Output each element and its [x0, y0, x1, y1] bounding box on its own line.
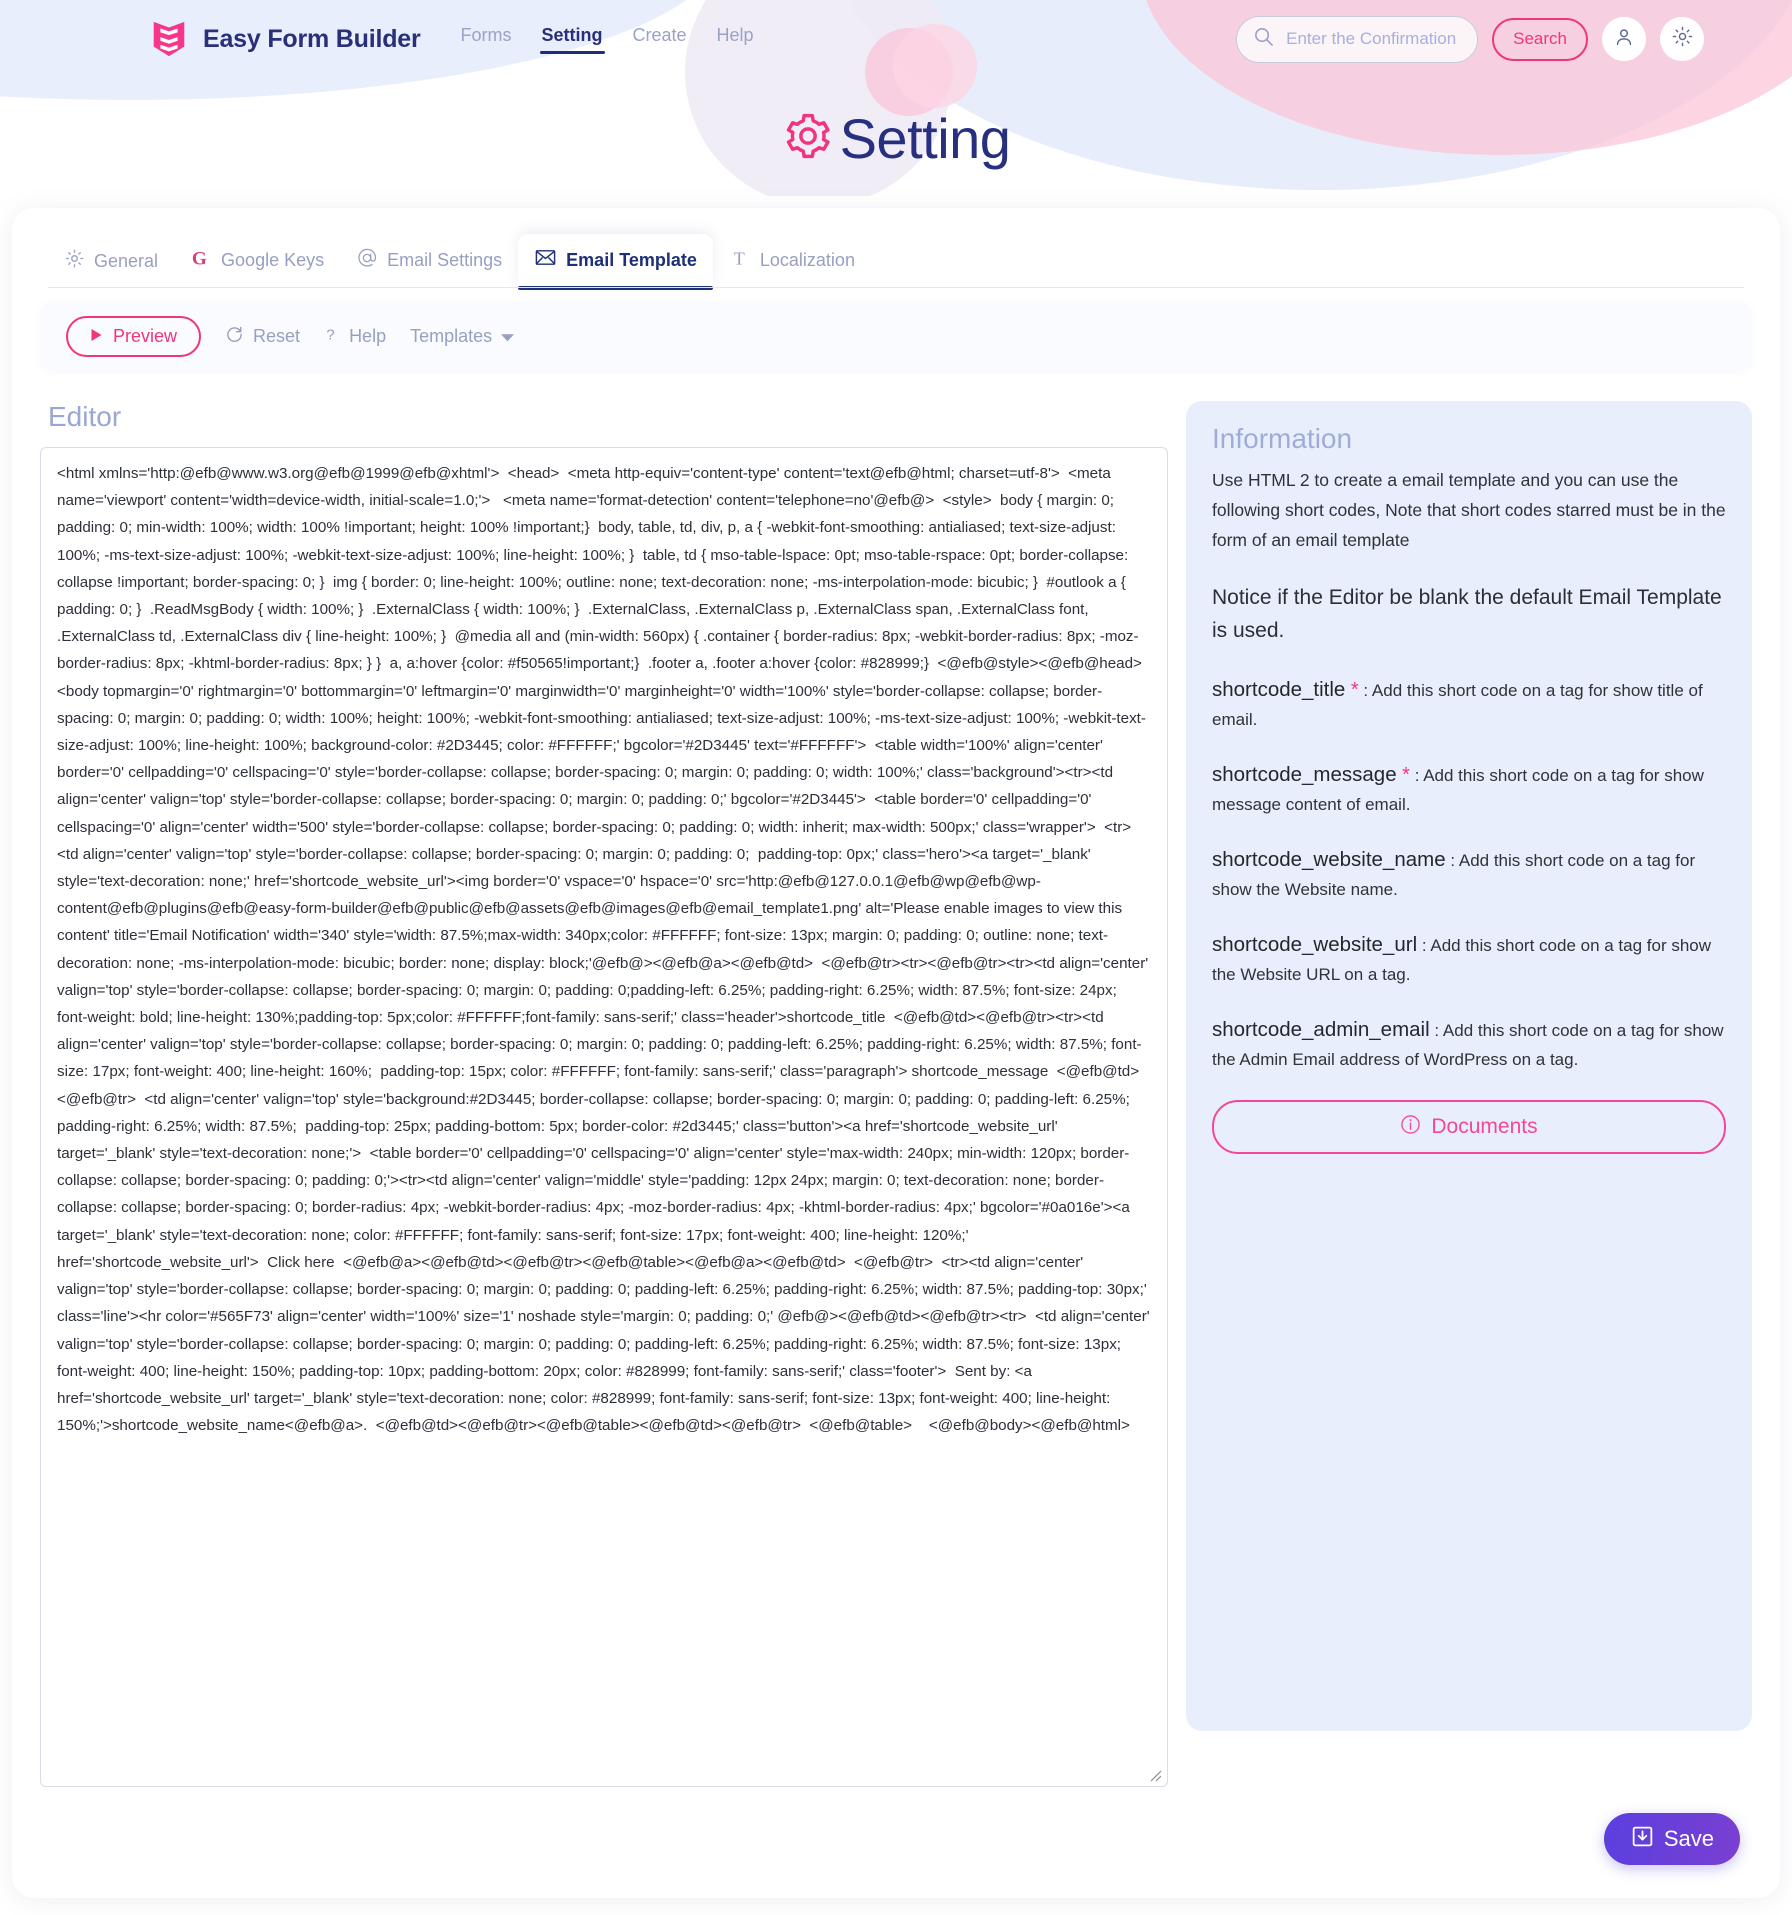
chevron-down-icon [501, 326, 515, 347]
tab-label: Email Template [566, 249, 697, 270]
shortcode-name: shortcode_message [1212, 763, 1397, 786]
tab-label: Email Settings [387, 250, 503, 270]
preview-label: Preview [113, 326, 178, 346]
svg-text:G: G [192, 248, 207, 269]
refresh-icon [225, 325, 244, 349]
information-notice: Notice if the Editor be blank the defaul… [1212, 586, 1722, 642]
search-input[interactable] [1284, 28, 1462, 50]
shortcode-item: shortcode_message * : Add this short cod… [1212, 760, 1726, 819]
reset-label: Reset [253, 326, 301, 346]
save-download-icon [1630, 1824, 1655, 1855]
shortcode-name: shortcode_website_name [1212, 848, 1446, 871]
tab-label: Google Keys [221, 250, 325, 270]
tab-google-keys[interactable]: G Google Keys [174, 235, 340, 288]
nav-link-forms[interactable]: Forms [461, 25, 512, 54]
help-label: Help [349, 326, 387, 346]
settings-tabs: General G Google Keys Email Settings Ema… [12, 208, 1780, 290]
required-star: * [1396, 764, 1410, 786]
at-sign-icon [356, 247, 378, 274]
gear-icon [1671, 25, 1694, 53]
gear-icon [782, 110, 834, 167]
editor-textarea[interactable]: <html xmlns='http:@efb@www.w3.org@efb@19… [40, 447, 1168, 1787]
shortcode-item: shortcode_website_url : Add this short c… [1212, 930, 1726, 989]
reset-button[interactable]: Reset [225, 325, 300, 349]
preview-button[interactable]: Preview [66, 316, 202, 357]
svg-text:?: ? [326, 326, 334, 343]
account-button[interactable] [1602, 17, 1646, 61]
shortcode-name: shortcode_admin_email [1212, 1018, 1430, 1041]
svg-text:T: T [733, 248, 744, 268]
tab-label: Localization [759, 250, 855, 270]
shortcode-item: shortcode_title * : Add this short code … [1212, 675, 1726, 734]
page-title-wrap: Setting [0, 68, 1792, 196]
information-title: Information [1212, 423, 1353, 454]
editor-toolbar: Preview Reset ? Help Templates [40, 302, 1752, 371]
save-button[interactable]: Save [1603, 1813, 1740, 1865]
user-icon [1613, 26, 1635, 53]
tab-email-template[interactable]: Email Template [518, 234, 713, 290]
tab-label: General [94, 250, 159, 271]
google-g-icon: G [190, 247, 212, 274]
card-footer: Save [12, 1787, 1780, 1897]
nav-link-help[interactable]: Help [717, 25, 754, 54]
settings-content: Editor <html xmlns='http:@efb@www.w3.org… [12, 371, 1780, 1787]
settings-button[interactable] [1660, 17, 1704, 61]
search-box[interactable] [1236, 15, 1479, 63]
search-button[interactable]: Search [1492, 17, 1588, 61]
templates-label: Templates [410, 326, 493, 346]
page-title: Setting [839, 106, 1011, 170]
resize-handle[interactable] [1147, 1767, 1163, 1783]
brand-name: Easy Form Builder [203, 24, 421, 53]
play-icon [90, 326, 103, 347]
documents-label: Documents [1431, 1115, 1538, 1138]
nav-link-setting[interactable]: Setting [539, 25, 605, 54]
text-t-icon: T [729, 247, 751, 274]
information-panel: Information Use HTML 2 to create a email… [1186, 401, 1752, 1731]
shortcode-name: shortcode_title [1212, 678, 1346, 701]
required-star: * [1345, 679, 1359, 701]
editor-column: Editor <html xmlns='http:@efb@www.w3.org… [40, 401, 1168, 1787]
editor-code-content[interactable]: <html xmlns='http:@efb@www.w3.org@efb@19… [57, 460, 1151, 1439]
tab-localization[interactable]: T Localization [713, 235, 871, 288]
header-actions: Search [1236, 15, 1764, 63]
settings-card: General G Google Keys Email Settings Ema… [12, 208, 1780, 1898]
documents-button[interactable]: Documents [1212, 1100, 1726, 1154]
tabs-divider [48, 286, 1744, 288]
info-circle-icon [1400, 1114, 1421, 1141]
brand[interactable]: Easy Form Builder [148, 18, 421, 60]
information-intro: Use HTML 2 to create a email template an… [1212, 470, 1726, 550]
gear-icon [64, 248, 85, 274]
search-icon [1253, 26, 1274, 52]
save-label: Save [1663, 1826, 1714, 1851]
main-nav: Forms Setting Create Help [461, 25, 754, 54]
editor-title: Editor [48, 401, 122, 432]
tab-general[interactable]: General [48, 236, 174, 288]
shortcode-name: shortcode_website_url [1212, 933, 1418, 956]
tab-email-settings[interactable]: Email Settings [340, 235, 518, 288]
question-mark-icon: ? [324, 325, 340, 349]
envelope-icon [534, 246, 557, 274]
information-column: Information Use HTML 2 to create a email… [1186, 401, 1752, 1731]
templates-dropdown[interactable]: Templates [410, 326, 515, 347]
navbar: Easy Form Builder Forms Setting Create H… [0, 0, 1792, 64]
efb-logo-icon [148, 18, 190, 60]
shortcode-item: shortcode_admin_email : Add this short c… [1212, 1015, 1726, 1074]
nav-link-create[interactable]: Create [633, 25, 687, 54]
help-button[interactable]: ? Help [324, 325, 386, 349]
page-header: Easy Form Builder Forms Setting Create H… [0, 0, 1792, 196]
shortcode-item: shortcode_website_name : Add this short … [1212, 845, 1726, 904]
